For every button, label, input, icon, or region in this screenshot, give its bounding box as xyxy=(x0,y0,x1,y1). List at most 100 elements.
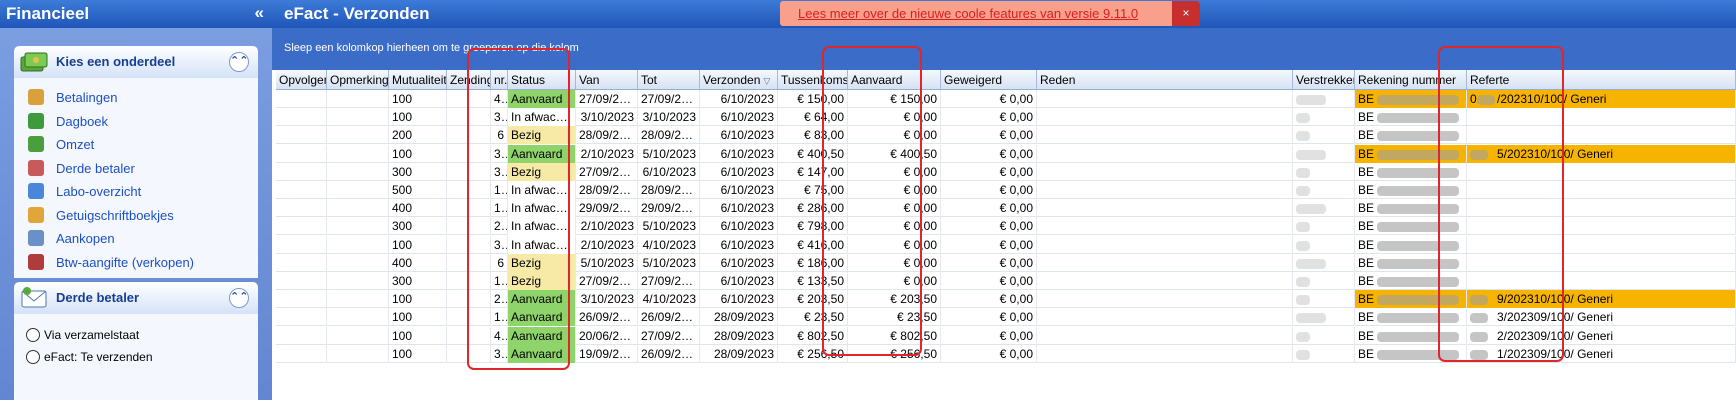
mut-cell: 500 xyxy=(389,181,447,199)
van-cell: 5/10/2023 xyxy=(576,253,638,272)
table-row[interactable]: 400 12 In afwacht... 29/09/2023 29/09/2023 6/… xyxy=(276,199,1736,218)
aanv-cell: € 0,00 xyxy=(848,162,941,181)
referte-text: 5/202310/100/ Generi xyxy=(1497,146,1614,161)
radio-option[interactable]: Via verzamelstaat xyxy=(14,324,258,346)
empty-cell xyxy=(327,181,389,199)
empty-cell xyxy=(327,272,389,290)
table-row[interactable]: 100 34 In afwacht... 2/10/2023 4/10/2023 6/10… xyxy=(276,235,1736,254)
status-cell: In afwacht... xyxy=(508,199,576,218)
section-toggle-icon[interactable]: ⌃⌃ xyxy=(229,52,249,72)
table-row[interactable]: 300 33 Bezig 27/09/2023 6/10/2023 6/10/2023 € … xyxy=(276,162,1736,181)
nav-item-aankopen[interactable]: Aankopen xyxy=(14,227,258,249)
table-row[interactable]: 300 17 Bezig 27/09/2023 27/09/2023 6/10/2023 €… xyxy=(276,272,1736,290)
nav-item-dagboek[interactable]: Dagboek xyxy=(14,110,258,132)
empty-cell xyxy=(1037,253,1293,272)
nav-item-btw-aangifte-verkopen[interactable]: Btw-aangifte (verkopen) xyxy=(14,251,258,273)
radio-circle[interactable] xyxy=(26,350,40,364)
column-header-mutualiteit[interactable]: Mutualiteit xyxy=(389,70,447,89)
table-row[interactable]: 500 14 In afwacht... 28/09/2023 28/09/2023 6/… xyxy=(276,181,1736,199)
rekening-prefix: BE xyxy=(1358,164,1375,179)
column-header-nr[interactable]: nr. xyxy=(491,70,508,89)
radio-option[interactable]: eFact: Te verzenden xyxy=(14,346,258,368)
column-header-rekening-nummer[interactable]: Rekening nummer xyxy=(1355,70,1467,89)
sort-descending-icon[interactable]: ▽ xyxy=(763,76,770,86)
mut-cell: 300 xyxy=(389,217,447,236)
tussen-cell: € 133,50 xyxy=(778,272,848,290)
rekening-prefix: BE xyxy=(1358,346,1375,361)
table-row[interactable]: 100 43 Aanvaard 27/09/2023 27/09/2023 6/10/20… xyxy=(276,90,1736,108)
status-cell: Aanvaard xyxy=(508,344,576,363)
tussen-cell: € 83,00 xyxy=(778,126,848,145)
empty-cell xyxy=(276,326,327,345)
column-header-opvolgen[interactable]: Opvolgen xyxy=(276,70,327,89)
table-row[interactable]: 100 42 Aanvaard 20/06/2023 27/09/2023 28/09/2… xyxy=(276,326,1736,345)
van-cell: 27/09/2023 xyxy=(576,162,638,181)
status-cell: In afwacht... xyxy=(508,181,576,199)
nav-title: Financieel xyxy=(6,4,90,23)
table-row[interactable]: 300 26 In afwacht... 2/10/2023 5/10/2023 6/10… xyxy=(276,217,1736,236)
table-row[interactable]: 100 29 Aanvaard 3/10/2023 4/10/2023 6/10/2023… xyxy=(276,290,1736,309)
redacted-value xyxy=(1296,313,1326,324)
empty-cell xyxy=(276,308,327,327)
empty-cell xyxy=(1037,326,1293,345)
mut-cell: 100 xyxy=(389,235,447,254)
empty-cell xyxy=(1037,199,1293,218)
gew-cell: € 0,00 xyxy=(941,235,1037,254)
group-by-area[interactable]: Sleep een kolomkop hierheen om te groepe… xyxy=(272,28,1736,70)
column-header-aanvaard[interactable]: Aanvaard xyxy=(848,70,941,89)
nav-item-omzet[interactable]: Omzet xyxy=(14,133,258,155)
empty-cell xyxy=(447,253,491,272)
table-row[interactable]: 100 36 Aanvaard 2/10/2023 5/10/2023 6/10/2023… xyxy=(276,144,1736,163)
rekening-cell: BE xyxy=(1355,235,1467,254)
column-header-status[interactable]: Status xyxy=(508,70,576,89)
redacted-value xyxy=(1377,131,1459,142)
radio-circle[interactable] xyxy=(26,328,40,342)
nav-item-betalingen[interactable]: Betalingen xyxy=(14,86,258,108)
section-items: Betalingen Dagboek Omzet Derde betaler Labo-… xyxy=(14,78,258,278)
column-header-verstrekker[interactable]: Verstrekker xyxy=(1293,70,1355,89)
nav-item-getuigschriftboekjes[interactable]: Getuigschriftboekjes xyxy=(14,204,258,226)
van-cell: 29/09/2023 xyxy=(576,199,638,218)
section-toggle-icon[interactable]: ⌃⌃ xyxy=(229,288,249,308)
section-header-derde-betaler[interactable]: Derde betaler ⌃⌃ xyxy=(14,282,258,314)
aanv-cell: € 0,00 xyxy=(848,272,941,290)
table-row[interactable]: 100 32 In afwacht... 3/10/2023 3/10/2023 6/10… xyxy=(276,108,1736,127)
column-header-label: Status xyxy=(511,73,546,87)
column-header-label: Aanvaard xyxy=(851,73,903,87)
column-header-tussenkomst[interactable]: Tussenkomst xyxy=(778,70,848,89)
status-cell: Aanvaard xyxy=(508,290,576,309)
book-icon xyxy=(28,112,44,129)
column-header-referte[interactable]: Referte xyxy=(1467,70,1736,89)
rekening-cell: BE xyxy=(1355,344,1467,363)
tussen-cell: € 203,50 xyxy=(778,290,848,309)
close-icon[interactable]: × xyxy=(1172,1,1200,26)
column-header-van[interactable]: Van xyxy=(576,70,638,89)
nav-item-label: Btw-aangifte (verkopen) xyxy=(56,254,195,270)
nav-item-derde-betaler[interactable]: Derde betaler xyxy=(14,157,258,179)
empty-cell xyxy=(327,90,389,108)
section-header-kies-een-onderdeel[interactable]: Kies een onderdeel ⌃⌃ xyxy=(14,46,258,78)
collapse-pane-icon[interactable]: « xyxy=(255,3,264,23)
column-header-verzonden[interactable]: Verzonden ▽ xyxy=(700,70,778,89)
tot-cell: 29/09/2023 xyxy=(638,199,700,218)
column-header-reden[interactable]: Reden xyxy=(1037,70,1293,89)
nav-item-labo-overzicht[interactable]: Labo-overzicht xyxy=(14,180,258,202)
verstrekker-cell xyxy=(1293,272,1355,290)
table-row[interactable]: 200 6 Bezig 28/09/2023 28/09/2023 6/10/2023 € … xyxy=(276,126,1736,145)
page-title: eFact - Verzonden xyxy=(284,4,430,23)
nav-item-label: Getuigschriftboekjes xyxy=(56,207,174,223)
referte-cell xyxy=(1467,272,1736,290)
redacted-value xyxy=(1296,258,1326,269)
table-row[interactable]: 100 31 Aanvaard 19/09/2023 26/09/2023 28/09/2… xyxy=(276,344,1736,363)
table-row[interactable]: 400 6 Bezig 5/10/2023 5/10/2023 6/10/2023 € 18… xyxy=(276,253,1736,272)
column-header-geweigerd[interactable]: Geweigerd xyxy=(941,70,1037,89)
banner-link[interactable]: Lees meer over de nieuwe coole features … xyxy=(798,6,1138,21)
column-header-zending[interactable]: Zending xyxy=(447,70,491,89)
table-row[interactable]: 100 18 Aanvaard 26/09/2023 26/09/2023 28/09/2… xyxy=(276,308,1736,327)
empty-cell xyxy=(1037,272,1293,290)
tussen-cell: € 75,00 xyxy=(778,181,848,199)
nr-cell: 43 xyxy=(491,90,508,108)
column-header-tot[interactable]: Tot xyxy=(638,70,700,89)
aanv-cell: € 0,00 xyxy=(848,181,941,199)
column-header-opmerking[interactable]: Opmerking xyxy=(327,70,389,89)
